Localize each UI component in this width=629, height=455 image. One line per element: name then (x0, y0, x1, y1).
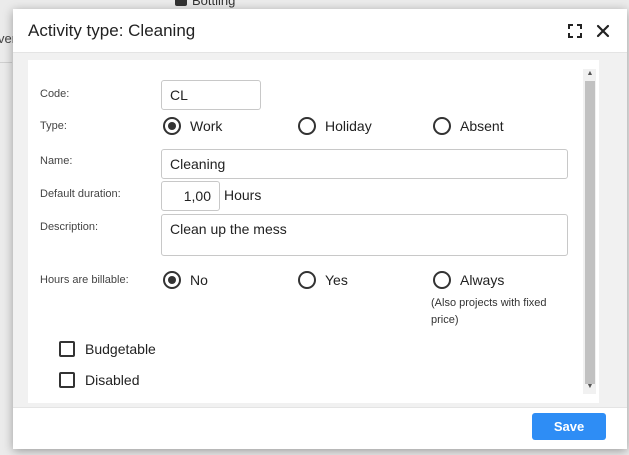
budgetable-checkbox[interactable]: Budgetable (59, 341, 156, 357)
type-radio-holiday[interactable]: Holiday (298, 117, 372, 135)
background-nav-item: Bottling (175, 0, 235, 8)
billable-option-label: Always (460, 272, 505, 288)
form-panel: Code: CL Type: Work Holiday Absent Name:… (28, 60, 599, 403)
type-label: Type: (40, 120, 67, 132)
billable-note: (Also projects with fixed price) (431, 297, 547, 326)
radio-circle (433, 117, 451, 135)
radio-circle (298, 271, 316, 289)
dialog-title: Activity type: Cleaning (28, 21, 196, 40)
dialog-header: Activity type: Cleaning (13, 9, 627, 53)
type-radio-work[interactable]: Work (163, 117, 222, 135)
budgetable-label: Budgetable (85, 341, 156, 357)
close-button[interactable] (593, 21, 613, 41)
type-option-label: Holiday (325, 118, 372, 134)
radio-circle (163, 271, 181, 289)
duration-unit: Hours (224, 187, 262, 203)
scroll-down-arrow-icon[interactable]: ▼ (585, 382, 595, 392)
code-input[interactable]: CL (161, 80, 261, 110)
dialog-footer: Save (13, 407, 627, 449)
disabled-checkbox[interactable]: Disabled (59, 372, 139, 388)
checkbox-box (59, 372, 75, 388)
billable-label: Hours are billable: (40, 274, 129, 286)
radio-circle (298, 117, 316, 135)
radio-circle (433, 271, 451, 289)
billable-option-label: Yes (325, 272, 348, 288)
type-option-label: Absent (460, 118, 504, 134)
default-duration-input[interactable]: 1,00 (161, 181, 220, 211)
billable-radio-yes[interactable]: Yes (298, 271, 348, 289)
close-icon (596, 24, 610, 38)
save-button[interactable]: Save (532, 413, 606, 440)
billable-radio-always[interactable]: Always (433, 271, 504, 289)
disabled-label: Disabled (85, 372, 140, 388)
maximize-icon (568, 24, 582, 38)
scrollbar-thumb[interactable] (585, 81, 595, 384)
bottling-icon (175, 0, 187, 6)
dialog-body: Code: CL Type: Work Holiday Absent Name:… (13, 53, 627, 407)
type-option-label: Work (190, 118, 223, 134)
radio-circle (163, 117, 181, 135)
default-duration-label: Default duration: (40, 188, 121, 200)
name-input[interactable]: Cleaning (161, 149, 568, 179)
activity-type-dialog: Activity type: Cleaning Code: CL Type: W… (13, 9, 627, 449)
description-label: Description: (40, 221, 99, 233)
billable-option-label: No (190, 272, 208, 288)
scroll-up-arrow-icon[interactable]: ▲ (585, 69, 595, 79)
maximize-button[interactable] (565, 21, 585, 41)
background-nav-item-label: Bottling (192, 0, 236, 8)
code-label: Code: (40, 88, 70, 100)
checkbox-box (59, 341, 75, 357)
type-radio-absent[interactable]: Absent (433, 117, 504, 135)
background-divider (0, 62, 12, 63)
description-textarea[interactable]: Clean up the mess (161, 214, 568, 256)
billable-radio-no[interactable]: No (163, 271, 208, 289)
name-label: Name: (40, 155, 73, 167)
